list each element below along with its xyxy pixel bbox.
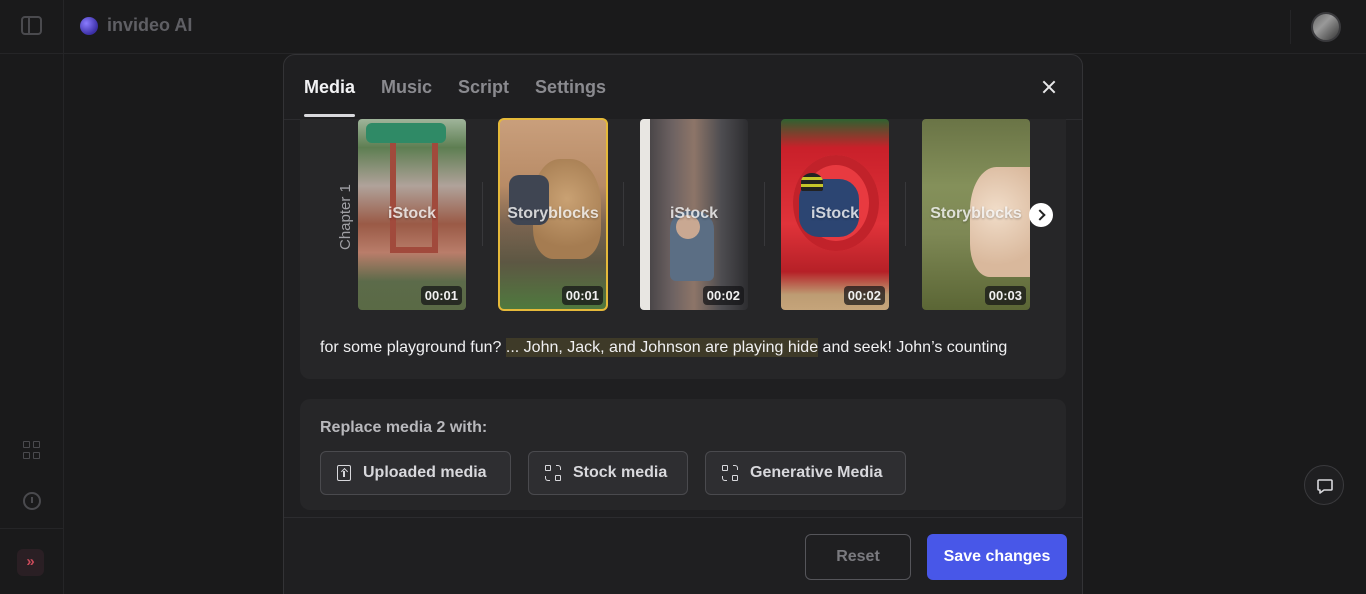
sidebar-divider: [0, 528, 64, 529]
edit-media-modal: Media Music Script Settings Chapter 1 iS…: [283, 54, 1083, 594]
clip-duration: 00:03: [985, 286, 1026, 305]
clip-separator: [623, 182, 624, 246]
generative-media-label: Generative Media: [750, 464, 883, 482]
clip-separator: [482, 182, 483, 246]
upload-icon: [337, 465, 351, 481]
clip-duration: 00:01: [562, 286, 603, 305]
footer-divider: [284, 517, 1083, 518]
uploaded-media-label: Uploaded media: [363, 464, 487, 482]
stock-media-label: Stock media: [573, 464, 667, 482]
script-text[interactable]: for some playground fun? ... John, Jack,…: [320, 337, 1046, 359]
clip-image-detail: [366, 123, 446, 143]
chat-button[interactable]: [1304, 465, 1344, 505]
avatar[interactable]: [1311, 12, 1341, 42]
next-clips-chevron-icon[interactable]: [1029, 203, 1053, 227]
clip-image-detail: [801, 173, 823, 191]
apps-grid-icon[interactable]: [22, 440, 42, 460]
clip-strip: iStock 00:01 Storyblocks 00:01 iStock 00…: [358, 119, 1063, 311]
modal-tabs: Media Music Script Settings: [304, 77, 632, 117]
chapter-card: Chapter 1 iStock 00:01 Storyblocks 00:01…: [300, 119, 1066, 379]
clip-thumbnail[interactable]: Storyblocks 00:03: [922, 119, 1030, 310]
generative-media-button[interactable]: Generative Media: [705, 451, 906, 495]
clip-source-label: iStock: [640, 205, 748, 223]
swap-icon: [722, 465, 738, 481]
uploaded-media-button[interactable]: Uploaded media: [320, 451, 511, 495]
tab-media[interactable]: Media: [304, 77, 355, 117]
brand[interactable]: invideo AI: [80, 15, 192, 36]
clip-duration: 00:01: [421, 286, 462, 305]
clip-thumbnail[interactable]: iStock 00:01: [358, 119, 466, 310]
clip-image-detail: [390, 143, 438, 253]
script-text-after: and seek! John’s counting: [818, 339, 1007, 356]
history-icon[interactable]: [23, 492, 41, 510]
clip-duration: 00:02: [844, 286, 885, 305]
clip-source-label: Storyblocks: [922, 205, 1030, 223]
top-bar: [0, 0, 1366, 54]
invideo-logo-icon: [80, 17, 98, 35]
left-sidebar: »: [0, 0, 64, 594]
close-icon[interactable]: [1039, 77, 1059, 97]
clip-source-label: iStock: [358, 205, 466, 223]
clip-thumbnail-selected[interactable]: Storyblocks 00:01: [499, 119, 607, 310]
clip-thumbnail[interactable]: iStock 00:02: [640, 119, 748, 310]
sidebar-toggle-icon[interactable]: [21, 16, 42, 35]
tab-music[interactable]: Music: [381, 77, 432, 117]
tab-script[interactable]: Script: [458, 77, 509, 117]
stock-media-button[interactable]: Stock media: [528, 451, 688, 495]
swap-icon: [545, 465, 561, 481]
topbar-divider: [1290, 10, 1291, 44]
clip-source-label: Storyblocks: [499, 205, 607, 223]
chat-bubble-icon: [1316, 477, 1334, 495]
chapter-label: Chapter 1: [337, 184, 354, 250]
app-name: invideo AI: [107, 15, 192, 36]
script-text-before: for some playground fun?: [320, 339, 506, 356]
tab-settings[interactable]: Settings: [535, 77, 606, 117]
replace-media-card: Replace media 2 with: Uploaded media Sto…: [300, 399, 1066, 510]
script-text-highlight: ... John, Jack, and Johnson are playing …: [506, 338, 818, 357]
clip-separator: [905, 182, 906, 246]
clip-source-label: iStock: [781, 205, 889, 223]
replace-media-title: Replace media 2 with:: [320, 419, 487, 437]
clip-duration: 00:02: [703, 286, 744, 305]
clip-separator: [764, 182, 765, 246]
clip-thumbnail[interactable]: iStock 00:02: [781, 119, 889, 310]
save-changes-button[interactable]: Save changes: [927, 534, 1067, 580]
expand-sidebar-button[interactable]: »: [17, 549, 44, 576]
reset-button[interactable]: Reset: [805, 534, 911, 580]
